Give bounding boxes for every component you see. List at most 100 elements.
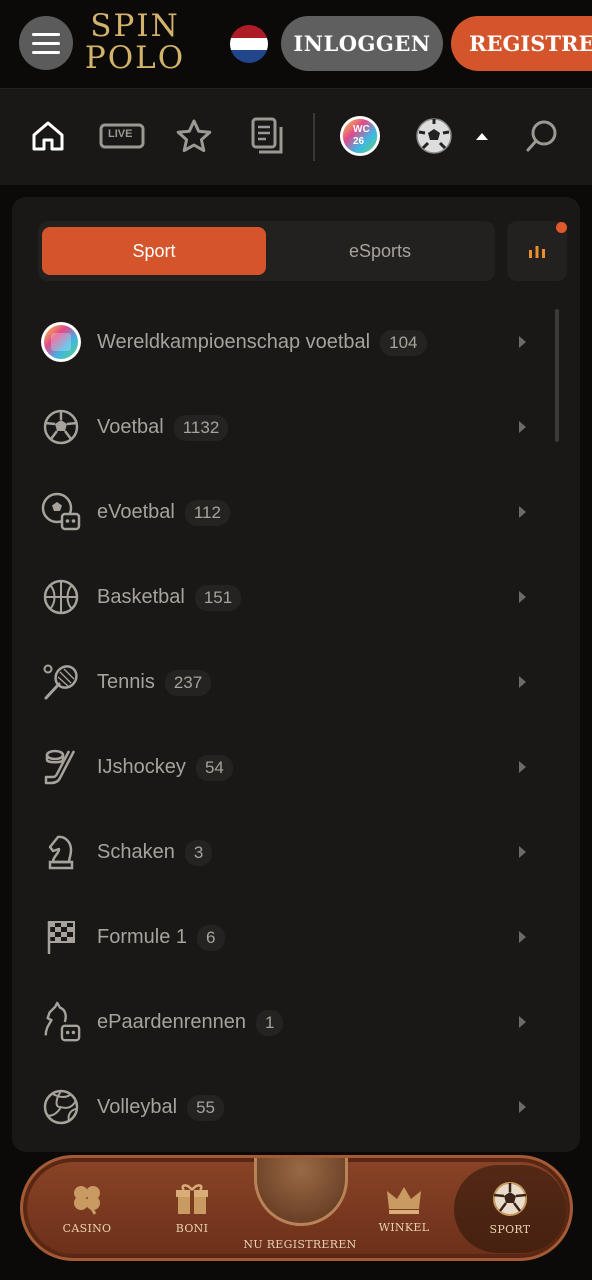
chevron-right-icon: [519, 1016, 526, 1028]
soccer-ball-icon[interactable]: [413, 115, 455, 157]
sport-label: Formule 1: [97, 926, 188, 948]
crown-icon: [387, 1186, 421, 1214]
wc-badge-text: WC: [353, 124, 370, 135]
live-label: LIVE: [108, 128, 133, 140]
nav-divider: [313, 113, 315, 161]
bottom-nav-winkel[interactable]: WINKEL: [354, 1158, 454, 1258]
wc26-icon[interactable]: WC 26: [339, 115, 381, 157]
gift-icon: [176, 1183, 208, 1214]
soccer-ball-icon: [493, 1181, 527, 1216]
bottom-nav-register[interactable]: NU REGISTREREN: [243, 1172, 356, 1258]
sport-row-schaken[interactable]: Schaken 3: [12, 810, 580, 895]
sport-label: Tennis: [97, 671, 155, 693]
sport-row-ijshockey[interactable]: IJshockey 54: [12, 725, 580, 810]
clover-icon: [74, 1185, 100, 1215]
bottom-nav-label: SPORT: [489, 1222, 531, 1236]
bottom-nav-label: BONI: [175, 1221, 209, 1235]
sport-name: Voetbal 1132: [97, 385, 229, 470]
event-count-badge: 55: [187, 1094, 224, 1121]
volleyball-icon: [40, 1086, 82, 1128]
collapse-arrow-icon[interactable]: [462, 115, 502, 157]
sport-row-tennis[interactable]: Tennis 237: [12, 640, 580, 725]
top-header: SPIN POLO INLOGGEN REGISTREREN: [0, 0, 592, 88]
event-count-badge: 54: [195, 754, 233, 781]
event-count-badge: 237: [164, 669, 212, 696]
chevron-right-icon: [519, 336, 526, 348]
menu-icon: [32, 32, 60, 36]
chess-knight-icon: [40, 831, 82, 873]
bar-chart-icon: [529, 246, 545, 258]
betslip-icon[interactable]: [246, 115, 288, 157]
sport-row-world-cup[interactable]: Wereldkampioenschap voetbal 104: [12, 300, 580, 385]
sport-label: ePaardenrennen: [97, 1011, 247, 1033]
chevron-right-icon: [519, 931, 526, 943]
sport-row-epaardenrennen[interactable]: ePaardenrennen 1: [12, 980, 580, 1065]
wc26-icon: [40, 321, 82, 363]
sport-name: Volleybal 55: [97, 1065, 224, 1150]
sport-label: Basketbal: [97, 586, 185, 608]
wc-badge-year: 26: [353, 136, 365, 147]
chevron-right-icon: [519, 846, 526, 858]
event-count-badge: 3: [184, 839, 213, 866]
language-flag-icon[interactable]: [230, 25, 268, 63]
site-logo[interactable]: SPIN POLO: [80, 10, 190, 78]
checkered-flag-icon: [40, 916, 82, 958]
sport-row-formule-1[interactable]: Formule 1 6: [12, 895, 580, 980]
sport-label: Volleybal: [97, 1096, 178, 1118]
page: SPIN POLO INLOGGEN REGISTREREN LIVE WC 2…: [0, 0, 592, 1280]
sport-name: ePaardenrennen 1: [97, 980, 284, 1065]
sport-name: Basketbal 151: [97, 555, 242, 640]
soccer-ball-icon: [40, 406, 82, 448]
ice-hockey-icon: [40, 746, 82, 788]
live-icon[interactable]: LIVE: [98, 115, 146, 157]
hamburger-menu-button[interactable]: [19, 16, 73, 70]
tab-esports[interactable]: eSports: [268, 227, 492, 275]
sport-label: Schaken: [97, 841, 175, 863]
bottom-nav-casino[interactable]: CASINO: [37, 1158, 137, 1258]
event-count-badge: 112: [184, 499, 230, 526]
tennis-icon: [40, 661, 82, 703]
sport-label: IJshockey: [97, 756, 186, 778]
chevron-right-icon: [519, 421, 526, 433]
esoccer-icon: [40, 491, 82, 533]
chevron-right-icon: [519, 591, 526, 603]
sport-nav-bar: LIVE WC 26: [0, 88, 592, 185]
logo-text-line1: SPIN: [90, 8, 180, 44]
event-count-badge: 104: [380, 329, 427, 356]
event-count-badge: 6: [197, 924, 225, 951]
sport-name: Formule 1 6: [97, 895, 225, 980]
sport-row-basketbal[interactable]: Basketbal 151: [12, 555, 580, 640]
favorites-star-icon[interactable]: [173, 115, 215, 157]
tab-sport[interactable]: Sport: [42, 227, 266, 275]
bottom-nav-label: NU REGISTREREN: [243, 1237, 357, 1251]
sport-row-volleybal[interactable]: Volleybal 55: [12, 1065, 580, 1150]
chevron-right-icon: [519, 676, 526, 688]
login-button[interactable]: INLOGGEN: [281, 16, 443, 71]
sport-label: Voetbal: [97, 416, 164, 438]
home-icon[interactable]: [27, 115, 69, 157]
register-button[interactable]: REGISTREREN: [451, 16, 592, 71]
basketball-icon: [40, 576, 82, 618]
sport-label: Wereldkampioenschap voetbal: [97, 331, 371, 353]
event-count-badge: 1132: [173, 414, 229, 441]
bottom-navigation: CASINO BONI NU REGISTREREN WINKEL SPORT: [20, 1155, 573, 1261]
sport-name: IJshockey 54: [97, 725, 233, 810]
sport-name: eVoetbal 112: [97, 470, 230, 555]
chevron-right-icon: [519, 506, 526, 518]
sports-panel: Sport eSports Wereldkampioenschap voetba…: [12, 197, 580, 1152]
bottom-nav-boni[interactable]: BONI: [142, 1158, 242, 1258]
sport-row-evoetbal[interactable]: eVoetbal 112: [12, 470, 580, 555]
sport-row-voetbal[interactable]: Voetbal 1132: [12, 385, 580, 470]
logo-text-line2: POLO: [84, 40, 186, 76]
sport-type-tabs: Sport eSports: [38, 221, 495, 281]
sport-name: Schaken 3: [97, 810, 213, 895]
bottom-nav-sport[interactable]: SPORT: [460, 1158, 560, 1258]
sport-name: Tennis 237: [97, 640, 212, 725]
search-icon[interactable]: [521, 115, 563, 157]
notification-dot: [556, 222, 567, 233]
sport-name: Wereldkampioenschap voetbal 104: [97, 300, 427, 385]
sport-list: Wereldkampioenschap voetbal 104 Voetbal 11…: [12, 300, 580, 1150]
event-count-badge: 1: [256, 1009, 284, 1036]
menu-icon-bar: [32, 41, 60, 45]
chevron-right-icon: [519, 1101, 526, 1113]
